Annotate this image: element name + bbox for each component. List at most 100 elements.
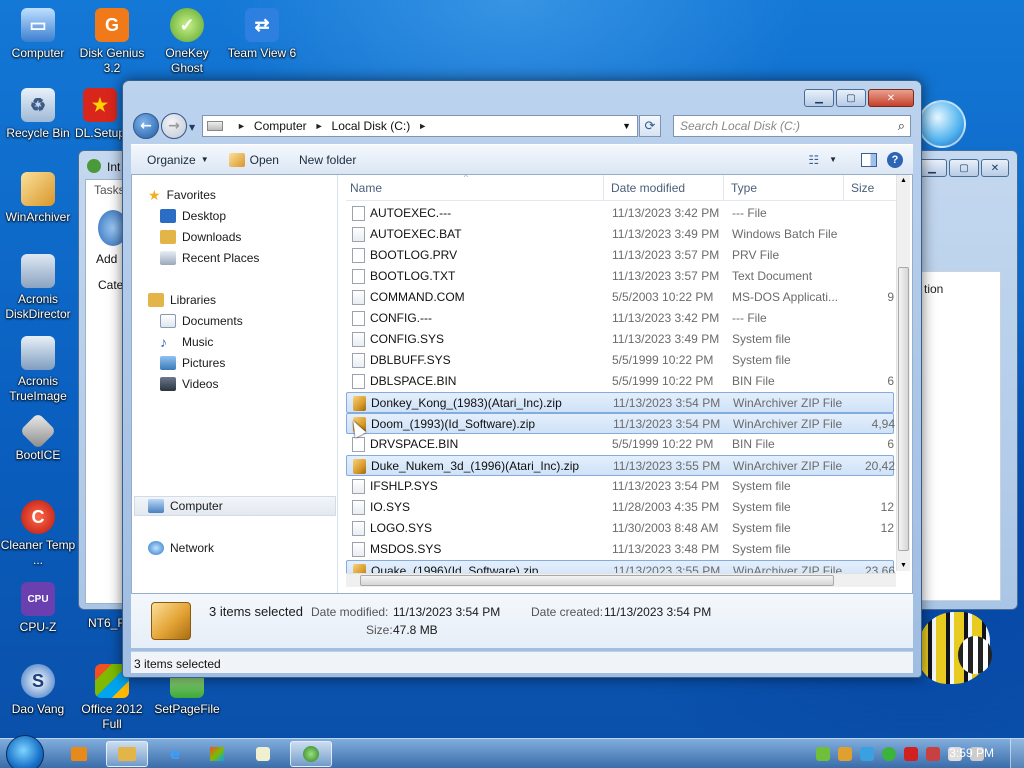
tray-shield-icon[interactable] <box>860 747 874 761</box>
file-row[interactable]: CONFIG.--- 11/13/2023 3:42 PM --- File <box>346 308 894 329</box>
nav-downloads[interactable]: Downloads <box>160 227 241 247</box>
explorer-window[interactable]: ▁ ▢ ✕ ← → ▼ ► Computer ► Local Disk (C:)… <box>122 80 922 678</box>
desktop-icon-winarchiver[interactable]: WinArchiver <box>0 172 76 225</box>
nav-documents[interactable]: Documents <box>160 311 243 331</box>
file-row[interactable]: IFSHLP.SYS 11/13/2023 3:54 PM System file <box>346 476 894 497</box>
desktop-icon-cpu-z[interactable]: CPU CPU-Z <box>0 582 76 635</box>
nav-computer[interactable]: Computer <box>148 496 223 516</box>
column-divider[interactable] <box>603 175 604 201</box>
search-input[interactable]: Search Local Disk (C:) ⌕ <box>673 115 911 137</box>
tray-play-icon[interactable] <box>882 747 896 761</box>
bg-close-button[interactable]: ✕ <box>981 159 1009 177</box>
address-dropdown-icon[interactable]: ▼ <box>622 121 631 131</box>
horizontal-scroll-thumb[interactable] <box>360 575 834 586</box>
chevron-down-icon[interactable]: ▼ <box>829 155 837 164</box>
view-options-icon[interactable]: ☷ <box>808 153 819 167</box>
column-header-name[interactable]: Name <box>350 181 382 195</box>
tray-flag-icon[interactable] <box>904 747 918 761</box>
file-row[interactable]: AUTOEXEC.--- 11/13/2023 3:42 PM --- File <box>346 203 894 224</box>
column-header-date-modified[interactable]: Date modified <box>611 181 685 195</box>
column-divider[interactable] <box>723 175 724 201</box>
nav-libraries[interactable]: Libraries <box>148 290 216 310</box>
search-icon[interactable]: ⌕ <box>898 118 905 134</box>
file-row[interactable]: MSDOS.SYS 11/13/2023 3:48 PM System file <box>346 539 894 560</box>
organize-button[interactable]: Organize ▼ <box>137 153 219 167</box>
file-row[interactable]: DRVSPACE.BIN 5/5/1999 10:22 PM BIN File 6 <box>346 434 894 455</box>
file-row[interactable]: DBLBUFF.SYS 5/5/1999 10:22 PM System file <box>346 350 894 371</box>
file-type: System file <box>732 500 791 514</box>
close-button[interactable]: ✕ <box>868 89 914 107</box>
desktop-icon-computer[interactable]: ▭ Computer <box>0 8 76 61</box>
tray-tool-icon[interactable] <box>926 747 940 761</box>
back-button[interactable]: ← <box>133 113 159 139</box>
preview-pane-icon[interactable] <box>861 152 877 167</box>
taskbar-media-player[interactable] <box>58 741 100 767</box>
vertical-scroll-thumb[interactable] <box>898 267 909 551</box>
horizontal-scrollbar[interactable] <box>346 573 896 587</box>
column-header-type[interactable]: Type <box>731 181 757 195</box>
desktop-icon-disk-genius[interactable]: G Disk Genius 3.2 <box>74 8 150 76</box>
bg-maximize-button[interactable]: ▢ <box>949 159 979 177</box>
help-icon[interactable]: ? <box>887 151 903 168</box>
breadcrumb-separator[interactable]: ► <box>237 121 246 131</box>
desktop-icon-onekey-ghost[interactable]: ✓ OneKey Ghost <box>149 8 225 76</box>
scroll-down-icon[interactable]: ▼ <box>900 562 907 569</box>
new-folder-button[interactable]: New folder <box>289 153 366 167</box>
minimize-button[interactable]: ▁ <box>804 89 834 107</box>
file-row[interactable]: BOOTLOG.TXT 11/13/2023 3:57 PM Text Docume… <box>346 266 894 287</box>
show-desktop-button[interactable] <box>1010 739 1024 768</box>
tray-winarchiver-icon[interactable] <box>838 747 852 761</box>
taskbar-cleaner[interactable] <box>242 741 284 767</box>
taskbar-program[interactable] <box>290 741 332 767</box>
nav-label: Favorites <box>166 188 216 202</box>
file-row[interactable]: COMMAND.COM 5/5/2003 10:22 PM MS-DOS Appli… <box>346 287 894 308</box>
nav-desktop[interactable]: Desktop <box>160 206 226 226</box>
breadcrumb-separator[interactable]: ► <box>418 121 427 131</box>
taskbar-internet-explorer[interactable]: e <box>154 741 196 767</box>
file-row[interactable]: BOOTLOG.PRV 11/13/2023 3:57 PM PRV File <box>346 245 894 266</box>
scroll-up-icon[interactable]: ▲ <box>900 177 907 184</box>
nav-videos[interactable]: Videos <box>160 374 218 394</box>
nav-label: Pictures <box>182 356 226 370</box>
file-row[interactable]: Doom_(1993)(Id_Software).zip 11/13/2023 3… <box>346 413 895 434</box>
desktop-icon-cleaner-temp[interactable]: C Cleaner Temp ... <box>0 500 76 568</box>
file-row[interactable]: Duke_Nukem_3d_(1996)(Atari_Inc).zip 11/13… <box>346 455 895 476</box>
nav-recent-places[interactable]: Recent Places <box>160 248 259 268</box>
nav-network[interactable]: Network <box>148 538 214 558</box>
desktop-icon-acronis-diskdirector[interactable]: Acronis DiskDirector <box>0 254 76 322</box>
nav-pictures[interactable]: Pictures <box>160 353 225 373</box>
column-header-size[interactable]: Size <box>851 181 874 195</box>
file-row[interactable]: LOGO.SYS 11/30/2003 8:48 AM System file 12 <box>346 518 894 539</box>
breadcrumb-computer[interactable]: Computer <box>254 119 307 133</box>
file-row[interactable]: DBLSPACE.BIN 5/5/1999 10:22 PM BIN File 6 <box>346 371 894 392</box>
forward-button[interactable]: → <box>161 113 187 139</box>
desktop-icon-dl-setup[interactable]: ★ DL.Setup <box>70 88 130 141</box>
file-row[interactable]: CONFIG.SYS 11/13/2023 3:49 PM System file <box>346 329 894 350</box>
desktop-icon-dao-vang[interactable]: S Dao Vang <box>0 664 76 717</box>
desktop-icon-teamviewer[interactable]: ⇄ Team View 6 <box>224 8 300 61</box>
open-button[interactable]: Open <box>219 152 289 167</box>
file-row[interactable]: Donkey_Kong_(1983)(Atari_Inc).zip 11/13/2… <box>346 392 894 413</box>
tray-network-icon[interactable] <box>816 747 830 761</box>
nav-music[interactable]: ♪ Music <box>160 332 213 352</box>
nav-favorites[interactable]: ★ Favorites <box>148 185 216 205</box>
file-row[interactable]: AUTOEXEC.BAT 11/13/2023 3:49 PM Windows Ba… <box>346 224 894 245</box>
taskbar-explorer[interactable] <box>106 741 148 767</box>
taskbar-app[interactable] <box>196 741 238 767</box>
file-name: Doom_(1993)(Id_Software).zip <box>371 417 536 431</box>
file-row[interactable]: IO.SYS 11/28/2003 4:35 PM System file 12 <box>346 497 894 518</box>
desktop-icon-bootice[interactable]: BootICE <box>0 412 76 463</box>
recent-pages-dropdown[interactable]: ▼ <box>189 123 195 132</box>
column-divider[interactable] <box>843 175 844 201</box>
desktop-icon-acronis-trueimage[interactable]: Acronis TrueImage <box>0 336 76 404</box>
breadcrumb-local-disk[interactable]: Local Disk (C:) <box>332 119 411 133</box>
desktop-icon-nt6[interactable]: NT6_F <box>78 616 122 631</box>
maximize-button[interactable]: ▢ <box>836 89 866 107</box>
refresh-button[interactable]: ⟳ <box>639 115 661 137</box>
start-button[interactable] <box>6 735 44 768</box>
desktop-icon-recycle-bin[interactable]: ♻ Recycle Bin <box>0 88 76 141</box>
address-bar[interactable]: ► Computer ► Local Disk (C:) ► ▼ <box>202 115 638 137</box>
vertical-scrollbar[interactable]: ▲ ▼ <box>896 175 910 571</box>
taskbar-clock[interactable]: 3:59 PM <box>949 746 994 760</box>
breadcrumb-separator[interactable]: ► <box>315 121 324 131</box>
